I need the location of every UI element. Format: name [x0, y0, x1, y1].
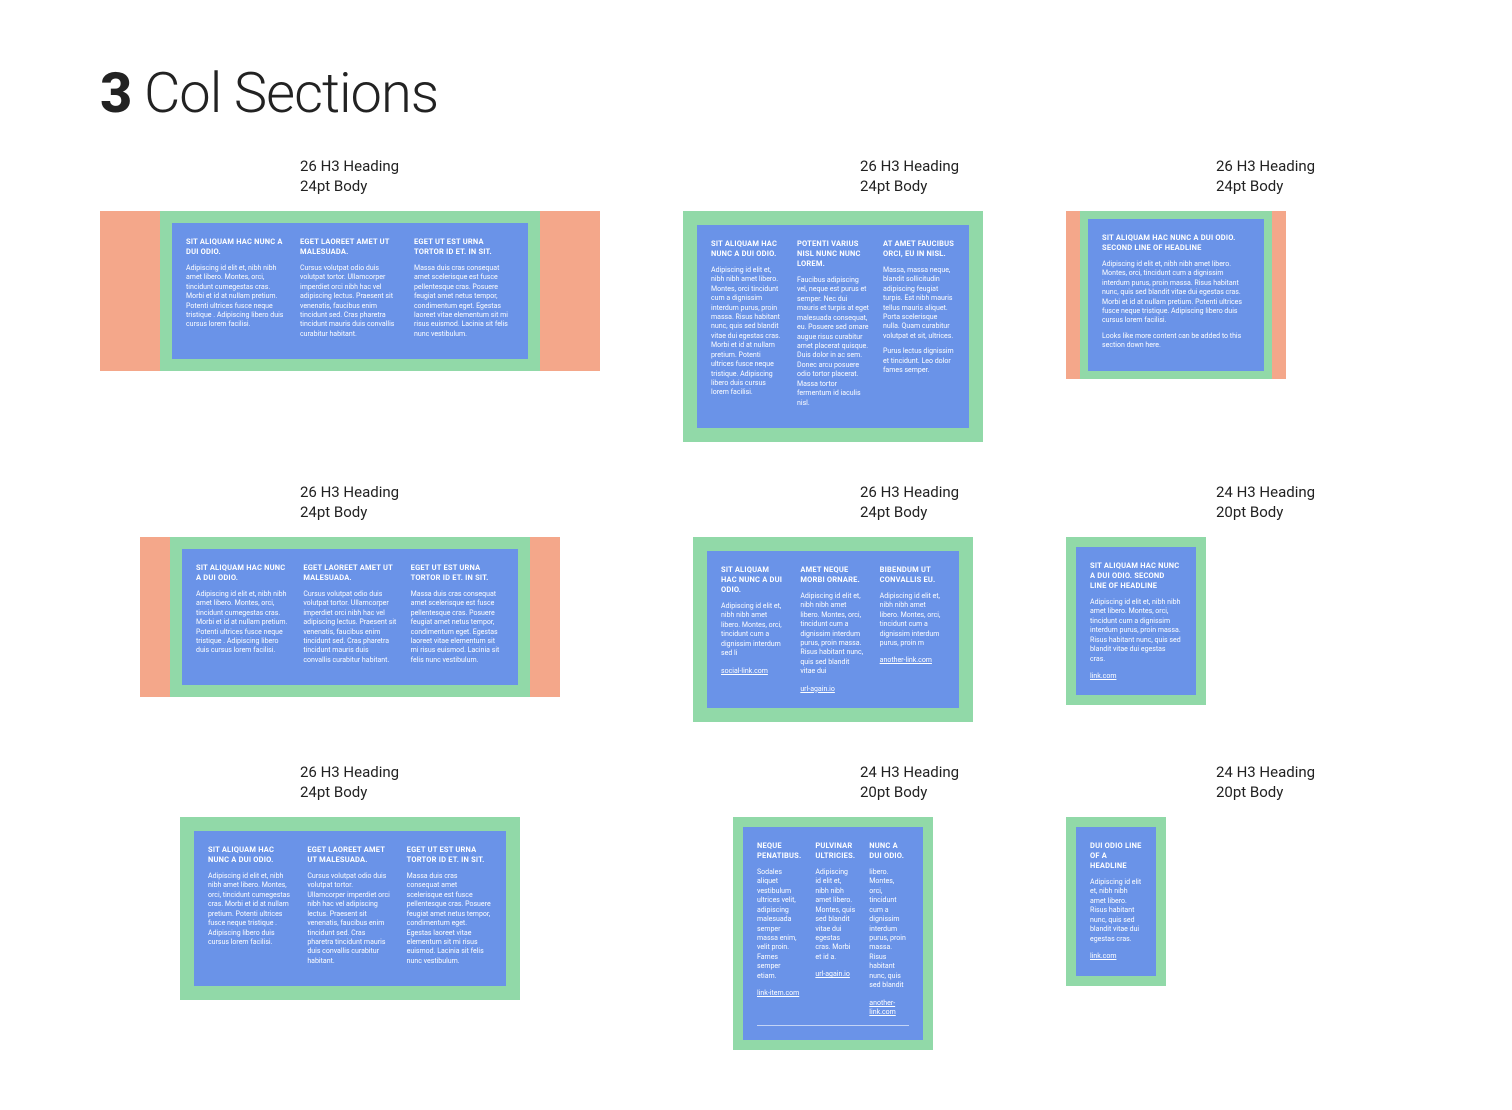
link[interactable]: social-link.com: [721, 667, 786, 676]
example-4-label: 26 H3 Heading24pt Body: [300, 482, 600, 523]
example-7-outer: SIT ALIQUAM HAC NUNC A DUI ODIO.Adipisci…: [180, 817, 520, 1001]
example-5-outer: SIT ALIQUAM HAC NUNC A DUI ODIO.Adipisci…: [693, 537, 973, 723]
example-1: 26 H3 Heading24pt Body SIT ALIQUAM HAC N…: [100, 156, 600, 442]
example-6-outer: SIT ALIQUAM HAC NUNC A DUI ODIO. SECOND …: [1066, 537, 1206, 706]
link[interactable]: link.com: [1090, 952, 1142, 961]
example-4: 26 H3 Heading24pt Body SIT ALIQUAM HAC N…: [100, 482, 600, 722]
example-1-content: SIT ALIQUAM HAC NUNC A DUI ODIO.Adipisci…: [172, 223, 528, 360]
page-title: 3 Col Sections: [100, 60, 1412, 126]
example-6-label: 24 H3 Heading20pt Body: [1216, 482, 1412, 523]
page-title-rest: Col Sections: [131, 60, 438, 126]
page-title-bold: 3: [100, 60, 131, 126]
example-7: 26 H3 Heading24pt Body SIT ALIQUAM HAC N…: [100, 762, 600, 1050]
link[interactable]: link-item.com: [757, 989, 801, 998]
example-5: 26 H3 Heading24pt Body SIT ALIQUAM HAC N…: [660, 482, 1006, 722]
example-4-outer: SIT ALIQUAM HAC NUNC A DUI ODIO.Adipisci…: [140, 537, 560, 698]
example-9-outer: DUI ODIO LINE OF A HEADLINE Adipiscing i…: [1066, 817, 1166, 986]
examples-grid: 26 H3 Heading24pt Body SIT ALIQUAM HAC N…: [100, 156, 1412, 1050]
example-8: 24 H3 Heading20pt Body NEQUE PENATIBUS.S…: [660, 762, 1006, 1050]
example-8-label: 24 H3 Heading20pt Body: [860, 762, 1006, 803]
example-2-outer: SIT ALIQUAM HAC NUNC A DUI ODIO.Adipisci…: [683, 211, 983, 443]
example-8-outer: NEQUE PENATIBUS.Sodales aliquet vestibul…: [733, 817, 933, 1051]
example-3-outer: SIT ALIQUAM HAC NUNC A DUI ODIO. SECOND …: [1066, 211, 1286, 379]
example-7-label: 26 H3 Heading24pt Body: [300, 762, 600, 803]
example-9-label: 24 H3 Heading20pt Body: [1216, 762, 1412, 803]
example-2-label: 26 H3 Heading24pt Body: [860, 156, 1006, 197]
link[interactable]: another-link.com: [869, 999, 909, 1018]
example-5-label: 26 H3 Heading24pt Body: [860, 482, 1006, 523]
example-2: 26 H3 Heading24pt Body SIT ALIQUAM HAC N…: [660, 156, 1006, 442]
example-1-outer: SIT ALIQUAM HAC NUNC A DUI ODIO.Adipisci…: [100, 211, 600, 372]
link[interactable]: url-again.io: [815, 970, 855, 979]
link[interactable]: link.com: [1090, 672, 1182, 681]
example-6: 24 H3 Heading20pt Body SIT ALIQUAM HAC N…: [1066, 482, 1412, 722]
example-3: 26 H3 Heading24pt Body SIT ALIQUAM HAC N…: [1066, 156, 1412, 442]
link[interactable]: url-again.io: [800, 685, 865, 694]
link[interactable]: another-link.com: [880, 656, 945, 665]
example-3-label: 26 H3 Heading24pt Body: [1216, 156, 1412, 197]
example-9: 24 H3 Heading20pt Body DUI ODIO LINE OF …: [1066, 762, 1412, 1050]
example-1-label: 26 H3 Heading24pt Body: [300, 156, 600, 197]
